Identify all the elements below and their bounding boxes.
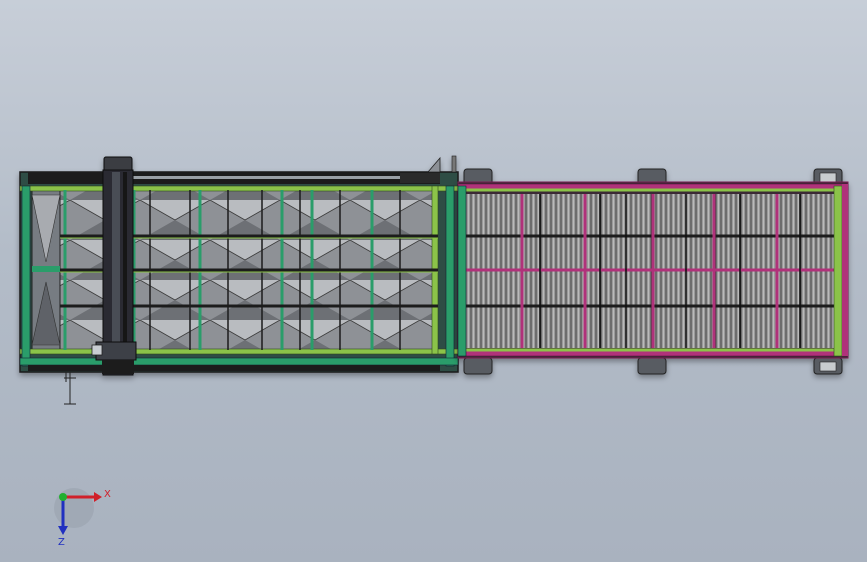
- top-right-bracket-icon: [427, 156, 441, 173]
- gantry-cap-bottom: [102, 360, 134, 374]
- anchor-symbol-icon: [64, 372, 76, 405]
- top-right-box: [400, 173, 440, 183]
- table-end-right-cap: [842, 184, 848, 356]
- top-guide-rail-highlight: [130, 176, 430, 179]
- table-end-right: [833, 185, 843, 357]
- cutting-head[interactable]: [91, 344, 103, 356]
- table-end-left: [457, 185, 467, 357]
- bed-rail-left: [21, 185, 31, 367]
- triad-z-arrow-icon: [58, 526, 68, 535]
- orientation-triad: X Z: [54, 488, 111, 548]
- cad-viewport[interactable]: X Z: [0, 0, 867, 562]
- top-right-post: [451, 155, 457, 173]
- wheel-inner-3: [819, 172, 837, 183]
- triad-z-label: Z: [58, 537, 65, 548]
- triad-y-axis-icon: [59, 493, 67, 501]
- triad-x-label: X: [104, 489, 111, 500]
- left-crossbar: [32, 266, 60, 272]
- triad-shadow: [54, 488, 94, 528]
- bed-bottom-green-strip: [19, 357, 459, 366]
- bed-rail-top: [19, 185, 459, 192]
- wheel-inner-6: [819, 361, 837, 372]
- bed-rail-right-outer: [445, 185, 455, 367]
- wheel-bottom-2: [637, 357, 667, 375]
- bed-rail-bottom: [19, 348, 459, 355]
- wheel-bottom-1: [463, 357, 493, 375]
- triad-x-arrow-icon: [94, 492, 102, 502]
- cutting-bed[interactable]: [19, 155, 459, 376]
- exchange-table[interactable]: [457, 168, 849, 375]
- bottom-guide-rail: [28, 365, 440, 371]
